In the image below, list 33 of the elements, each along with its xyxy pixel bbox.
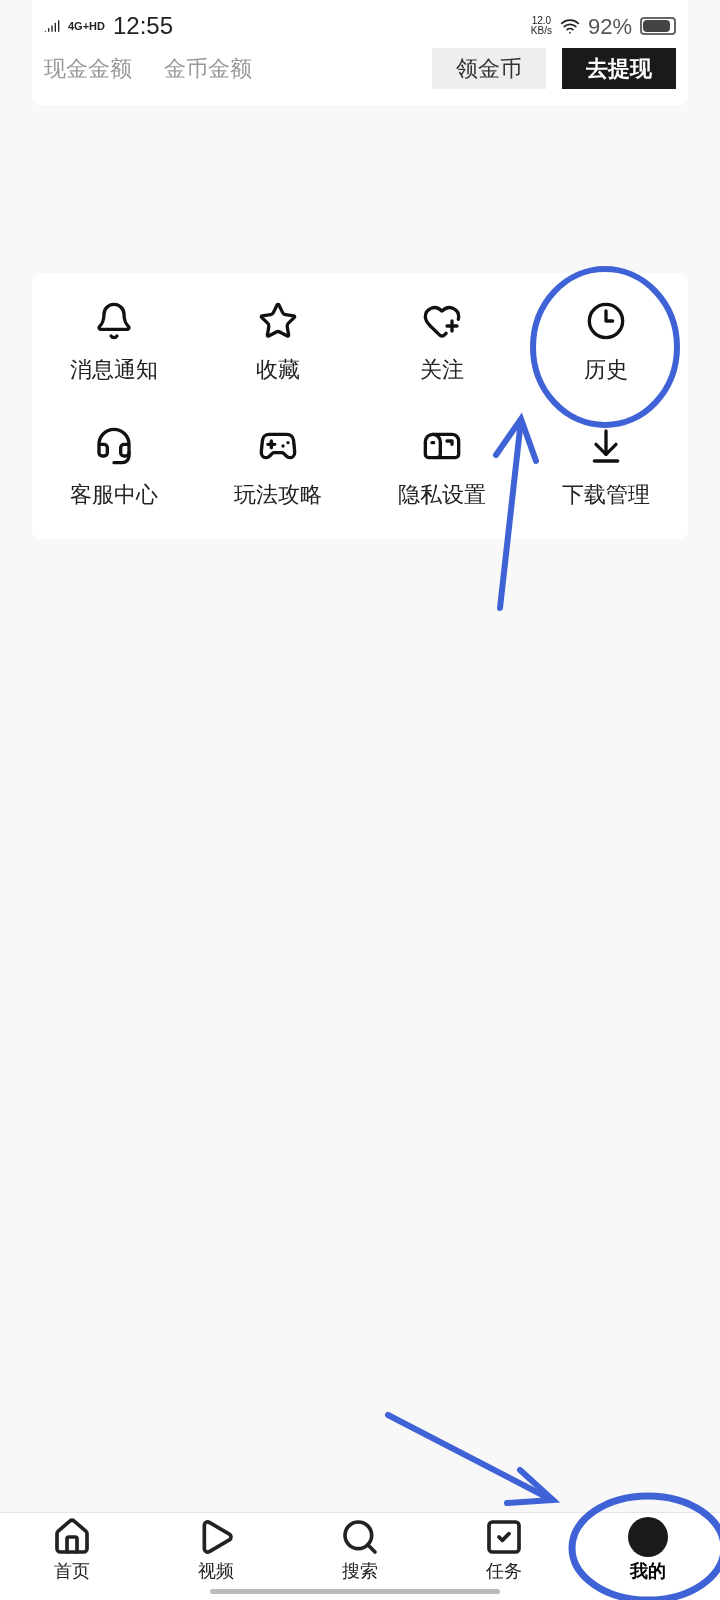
menu-item[interactable]: 收藏 <box>196 301 360 386</box>
avatar-icon <box>628 1517 668 1557</box>
star-icon <box>258 301 298 341</box>
bell-icon <box>94 301 134 341</box>
amount-label: 金币金额 <box>164 55 252 83</box>
search-icon <box>340 1517 380 1557</box>
battery-percent: 92% <box>587 12 632 41</box>
network-type: 4G+HD <box>68 18 105 34</box>
checkbox-icon <box>484 1517 524 1557</box>
menu-item[interactable]: 消息通知 <box>32 301 196 386</box>
wallet-button[interactable]: 领金币 <box>432 48 546 89</box>
signal-icon <box>44 18 60 34</box>
network-speed: 12.0 <box>531 16 552 26</box>
menu-item[interactable]: 隐私设置 <box>360 426 524 511</box>
nav-tab[interactable]: 首页 <box>0 1517 144 1583</box>
menu-item[interactable]: 玩法攻略 <box>196 426 360 511</box>
wifi-icon <box>559 16 580 36</box>
headset-icon <box>94 426 134 466</box>
menu-item[interactable]: 历史 <box>524 301 688 386</box>
nav-tab[interactable]: 搜索 <box>288 1517 432 1583</box>
nav-tab[interactable]: 任务 <box>432 1517 576 1583</box>
battery-icon <box>640 17 676 35</box>
menu-item[interactable]: 客服中心 <box>32 426 196 511</box>
amount-label: 现金金额 <box>44 55 132 83</box>
wallet-button[interactable]: 去提现 <box>562 48 676 89</box>
menu-item[interactable]: 关注 <box>360 301 524 386</box>
home-icon <box>52 1517 92 1557</box>
status-time: 12:55 <box>113 11 174 41</box>
nav-tab[interactable]: 视频 <box>144 1517 288 1583</box>
clock-icon <box>586 301 626 341</box>
speed-unit: KB/s <box>530 26 552 36</box>
nav-tab[interactable]: 我的 <box>576 1517 720 1583</box>
menu-item[interactable]: 下载管理 <box>524 426 688 511</box>
